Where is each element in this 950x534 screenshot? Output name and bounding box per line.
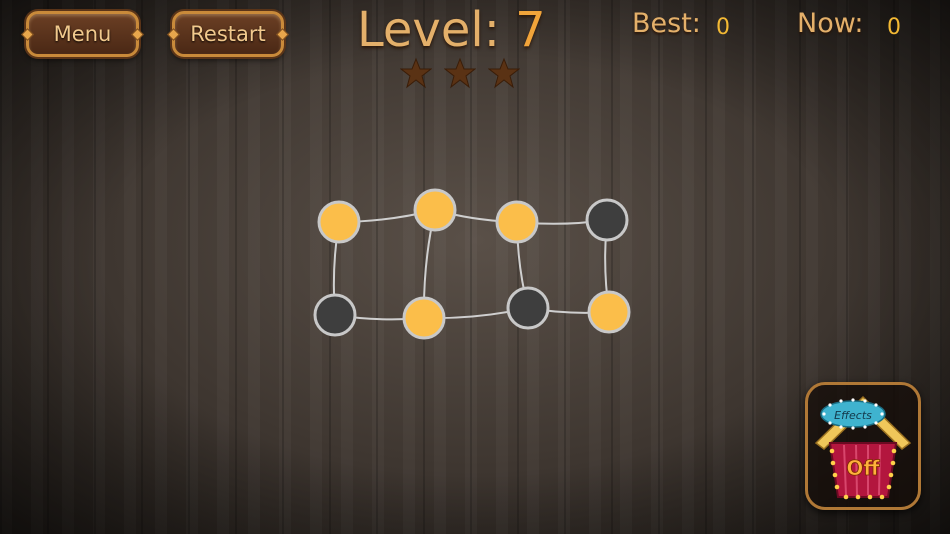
board-edges (332, 209, 610, 321)
node-unlit[interactable] (313, 293, 357, 337)
popcorn-effects-icon: Effects Off (814, 395, 912, 500)
node-unlit[interactable] (585, 198, 629, 242)
node-lit[interactable] (413, 188, 457, 232)
effects-state-label: Off (846, 456, 880, 480)
node-lit[interactable] (402, 296, 446, 340)
node-unlit[interactable] (506, 286, 550, 330)
node-lit[interactable] (317, 200, 361, 244)
effects-title: Effects (834, 409, 872, 422)
node-lit[interactable] (495, 200, 539, 244)
node-lit[interactable] (587, 290, 631, 334)
effects-toggle-button[interactable]: Effects Off (805, 382, 921, 510)
